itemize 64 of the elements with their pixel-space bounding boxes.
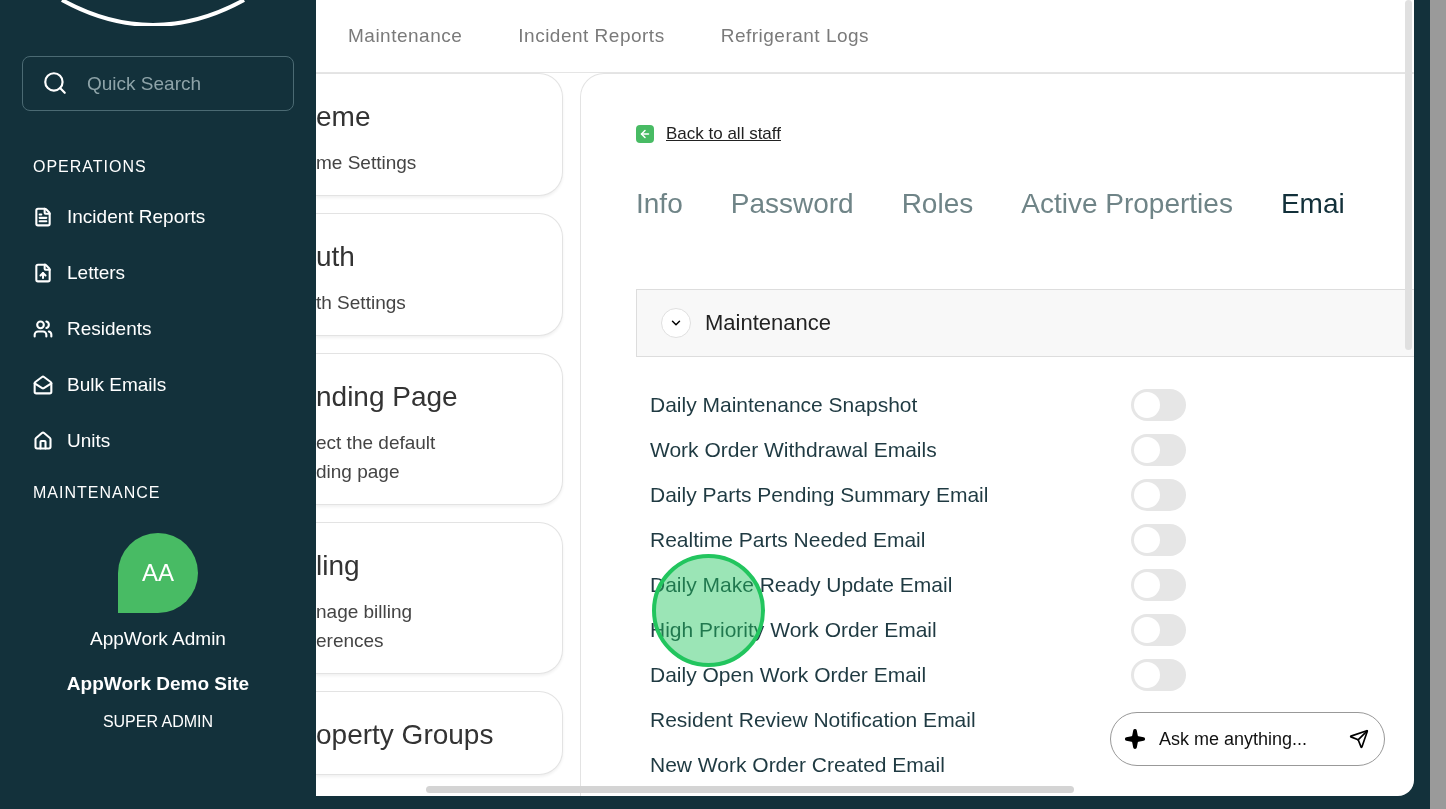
setting-label: Daily Parts Pending Summary Email: [650, 482, 990, 509]
card-description: nage billing erences: [316, 600, 414, 653]
toggle-switch[interactable]: [1131, 434, 1186, 466]
settings-card[interactable]: uth th Settings: [316, 213, 563, 336]
section-heading: MAINTENANCE: [33, 483, 161, 503]
envelope-icon: [33, 375, 53, 395]
sidebar-item[interactable]: Residents: [33, 313, 152, 345]
card-title: operty Groups: [316, 718, 495, 752]
setting-label: Daily Open Work Order Email: [650, 662, 928, 689]
setting-label: Realtime Parts Needed Email: [650, 527, 927, 554]
chat-input[interactable]: Ask me anything...: [1110, 712, 1385, 766]
profile-tab[interactable]: Roles: [901, 182, 974, 225]
house-icon: [33, 431, 53, 451]
user-name: AppWork Admin: [90, 627, 226, 651]
toggle-switch[interactable]: [1131, 524, 1186, 556]
user-role: SUPER ADMIN: [102, 712, 214, 732]
settings-card[interactable]: ling nage billing erences: [316, 522, 563, 674]
settings-card[interactable]: eme me Settings: [316, 73, 563, 196]
profile-tab[interactable]: Emai: [1280, 182, 1345, 225]
sidebar-item[interactable]: Letters: [33, 257, 126, 289]
site-name: AppWork Demo Site: [66, 671, 250, 696]
setting-label: New Work Order Created Email: [650, 752, 946, 779]
search-icon: [42, 70, 68, 96]
nav-tab[interactable]: Incident Reports: [518, 21, 665, 51]
setting-label: Work Order Withdrawal Emails: [650, 437, 938, 464]
toggle-switch[interactable]: [1131, 614, 1186, 646]
card-description: th Settings: [316, 291, 407, 315]
document-icon: [33, 207, 53, 227]
profile-tab[interactable]: Info: [636, 182, 683, 225]
section-heading: OPERATIONS: [33, 157, 147, 177]
user-avatar: AA: [118, 533, 198, 613]
card-title: nding Page: [316, 380, 459, 414]
settings-card[interactable]: operty Groups: [316, 691, 563, 775]
accordion-header[interactable]: Maintenance: [636, 288, 1414, 357]
setting-label: Resident Review Notification Email: [650, 707, 977, 734]
vertical-scrollbar[interactable]: [1405, 0, 1412, 350]
logo-icon: [58, 0, 248, 26]
window-scrollbar[interactable]: [1430, 0, 1446, 809]
chevron-down-icon: [661, 307, 691, 338]
card-title: ling: [316, 549, 361, 583]
profile-tab[interactable]: Password: [730, 182, 854, 225]
card-title: eme: [316, 100, 372, 134]
people-icon: [33, 319, 53, 339]
search-field[interactable]: Quick Search: [22, 56, 294, 111]
setting-label: Daily Maintenance Snapshot: [650, 392, 919, 419]
nav-tab[interactable]: Refrigerant Logs: [720, 21, 870, 51]
horizontal-scrollbar[interactable]: [426, 786, 1074, 793]
toggle-switch[interactable]: [1131, 659, 1186, 691]
sparkle-icon: [1124, 728, 1146, 750]
send-icon[interactable]: [1349, 729, 1369, 749]
file-upload-icon: [33, 263, 53, 283]
card-description: ect the default ding page: [316, 431, 437, 484]
toggle-switch[interactable]: [1131, 389, 1186, 421]
settings-card[interactable]: nding Page ect the default ding page: [316, 353, 563, 505]
back-link[interactable]: Back to all staff: [636, 121, 781, 147]
profile-tab[interactable]: Active Properties: [1021, 182, 1233, 225]
sidebar-item[interactable]: Incident Reports: [33, 201, 206, 233]
card-description: me Settings: [316, 151, 418, 175]
card-title: uth: [316, 240, 356, 274]
toggle-switch[interactable]: [1131, 569, 1186, 601]
toggle-switch[interactable]: [1131, 479, 1186, 511]
sidebar-item[interactable]: Units: [33, 425, 111, 457]
nav-tab[interactable]: Maintenance: [348, 21, 463, 51]
sidebar-item[interactable]: Bulk Emails: [33, 369, 167, 401]
